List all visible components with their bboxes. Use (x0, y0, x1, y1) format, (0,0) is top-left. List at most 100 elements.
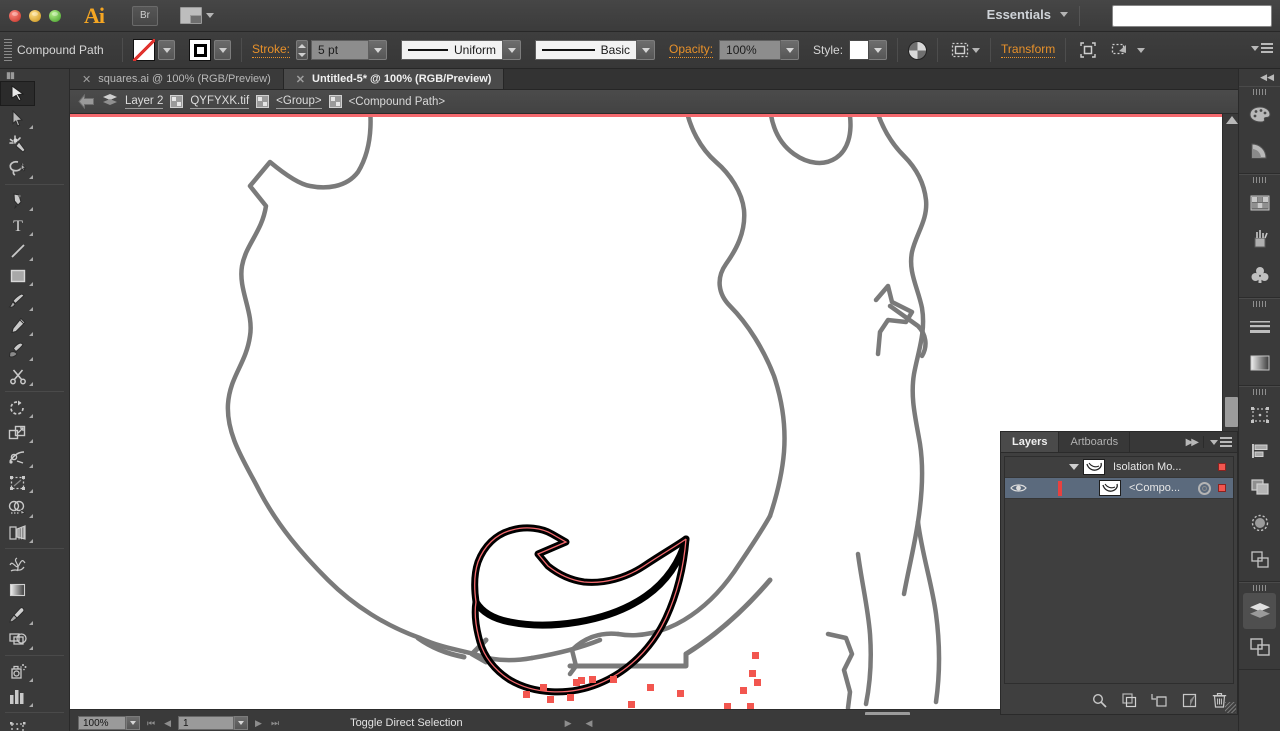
expand-panel-icon[interactable]: ▶▶ (1186, 437, 1199, 448)
stroke-color-control[interactable] (189, 39, 231, 61)
select-similar-objects-button[interactable] (948, 39, 972, 61)
opacity-field[interactable]: 100% (719, 40, 782, 60)
transform-link[interactable]: Transform (1001, 42, 1056, 58)
dock-group-grip[interactable] (1239, 87, 1280, 97)
breadcrumb-item-group[interactable]: <Group> (276, 95, 322, 109)
brushes-panel-icon[interactable] (1239, 221, 1280, 257)
status-scroll-left-arrow[interactable]: ◀ (586, 718, 593, 729)
isolate-selected-object-button[interactable] (1076, 39, 1100, 61)
artboard-number-field[interactable]: 1 (178, 716, 235, 730)
lasso-tool[interactable] (0, 156, 35, 181)
edit-clipping-path-button[interactable] (1108, 39, 1132, 61)
make-clipping-mask-icon[interactable] (1121, 692, 1137, 708)
workspace-switcher[interactable]: Essentials (987, 7, 1068, 22)
gradient-panel-icon[interactable] (1239, 345, 1280, 381)
minimize-window-button[interactable] (29, 9, 41, 22)
dock-group-grip[interactable] (1239, 175, 1280, 185)
collapse-dock-button[interactable]: ◀◀ (1239, 69, 1280, 86)
column-graph-tool[interactable] (0, 684, 35, 709)
zoom-level-dropdown[interactable] (126, 716, 140, 730)
target-indicator[interactable] (1198, 481, 1211, 495)
control-bar-menu-button[interactable] (1251, 43, 1273, 53)
line-segment-tool[interactable] (0, 238, 35, 263)
arrange-documents-button[interactable] (180, 7, 214, 24)
tools-panel-grip[interactable]: ▮▮ (0, 69, 69, 81)
vertical-scroll-thumb[interactable] (1225, 397, 1238, 427)
dock-group-grip[interactable] (1239, 583, 1280, 593)
tab-layers[interactable]: Layers (1001, 432, 1060, 452)
opacity-mask-icon[interactable] (908, 40, 928, 60)
fill-dropdown-arrow[interactable] (158, 40, 175, 60)
create-new-sublayer-icon[interactable] (1151, 692, 1167, 708)
resize-handle[interactable] (1225, 702, 1236, 713)
create-new-layer-icon[interactable] (1181, 692, 1197, 708)
type-tool[interactable]: T (0, 213, 35, 238)
pen-tool[interactable] (0, 188, 35, 213)
layers-panel-menu-button[interactable] (1210, 437, 1232, 447)
transform-panel-icon[interactable] (1239, 397, 1280, 433)
status-menu-arrow[interactable]: ▶ (565, 718, 572, 729)
magic-wand-tool[interactable] (0, 131, 35, 156)
layer-name[interactable]: Isolation Mo... (1105, 461, 1218, 473)
previous-artboard-button[interactable]: ◀ (164, 718, 171, 729)
close-icon[interactable]: ✕ (296, 73, 305, 86)
opacity-label[interactable]: Opacity: (669, 42, 714, 58)
stroke-swatch[interactable] (189, 39, 211, 61)
zoom-level-field[interactable]: 100% (78, 716, 126, 730)
eyedropper-tool[interactable] (0, 602, 35, 627)
close-icon[interactable]: ✕ (82, 73, 91, 86)
last-artboard-button[interactable]: ⏭ (271, 718, 279, 729)
stroke-weight-dropdown[interactable] (369, 40, 388, 60)
blob-brush-tool[interactable] (0, 338, 35, 363)
dock-group-grip[interactable] (1239, 387, 1280, 397)
exit-isolation-back-button[interactable] (78, 93, 95, 110)
shape-builder-tool[interactable] (0, 495, 35, 520)
table-row[interactable]: <Compo... (1005, 478, 1233, 499)
stroke-panel-icon[interactable] (1239, 309, 1280, 345)
paintbrush-tool[interactable] (0, 288, 35, 313)
gradient-tool[interactable] (0, 577, 35, 602)
artboard-dropdown[interactable] (234, 716, 249, 730)
mesh-tool[interactable] (0, 552, 35, 577)
layers-list[interactable]: Isolation Mo... <Compo... (1004, 456, 1234, 684)
symbols-panel-icon[interactable] (1239, 257, 1280, 293)
color-guide-panel-icon[interactable] (1239, 133, 1280, 169)
stroke-dropdown-arrow[interactable] (214, 40, 231, 60)
locate-object-icon[interactable] (1091, 692, 1107, 708)
rotate-tool[interactable] (0, 395, 35, 420)
stroke-weight-field[interactable]: 5 pt (311, 40, 370, 60)
layer-color-indicator[interactable] (1218, 463, 1226, 471)
transparency-panel-icon[interactable] (1239, 505, 1280, 541)
stroke-profile-combo[interactable]: Uniform (401, 40, 504, 60)
disclosure-triangle-icon[interactable] (1065, 464, 1083, 470)
selection-tool[interactable] (0, 81, 35, 106)
scale-tool[interactable] (0, 420, 35, 445)
layers-panel-icon[interactable] (1243, 593, 1276, 629)
first-artboard-button[interactable]: ⏮ (147, 718, 155, 729)
artboards-panel-icon[interactable] (1239, 629, 1280, 665)
graphic-style-swatch[interactable] (849, 40, 870, 60)
graphic-style-dropdown[interactable] (869, 40, 888, 60)
document-tab-squares[interactable]: ✕ squares.ai @ 100% (RGB/Preview) (70, 69, 284, 89)
swatches-panel-icon[interactable] (1239, 185, 1280, 221)
bridge-button[interactable]: Br (132, 5, 158, 26)
brush-definition-dropdown[interactable] (637, 40, 656, 60)
symbol-sprayer-tool[interactable] (0, 659, 35, 684)
blend-tool[interactable] (0, 627, 35, 652)
breadcrumb-item-layer[interactable]: Layer 2 (125, 95, 164, 109)
next-artboard-button[interactable]: ▶ (255, 718, 262, 729)
table-row[interactable]: Isolation Mo... (1005, 457, 1233, 478)
direct-selection-tool[interactable] (0, 106, 35, 131)
stroke-profile-dropdown[interactable] (503, 40, 522, 60)
appearance-panel-icon[interactable] (1239, 541, 1280, 577)
align-panel-icon[interactable] (1239, 433, 1280, 469)
close-window-button[interactable] (9, 9, 21, 22)
chevron-down-icon[interactable] (1137, 47, 1146, 53)
breadcrumb-item-image[interactable]: QYFYXK.tif (190, 95, 250, 109)
rectangle-tool[interactable] (0, 263, 35, 288)
chevron-down-icon[interactable] (972, 47, 981, 53)
control-bar-grip[interactable] (4, 39, 12, 61)
layer-name[interactable]: <Compo... (1121, 482, 1198, 494)
fill-swatch[interactable] (133, 39, 155, 61)
tab-artboards[interactable]: Artboards (1059, 432, 1131, 452)
